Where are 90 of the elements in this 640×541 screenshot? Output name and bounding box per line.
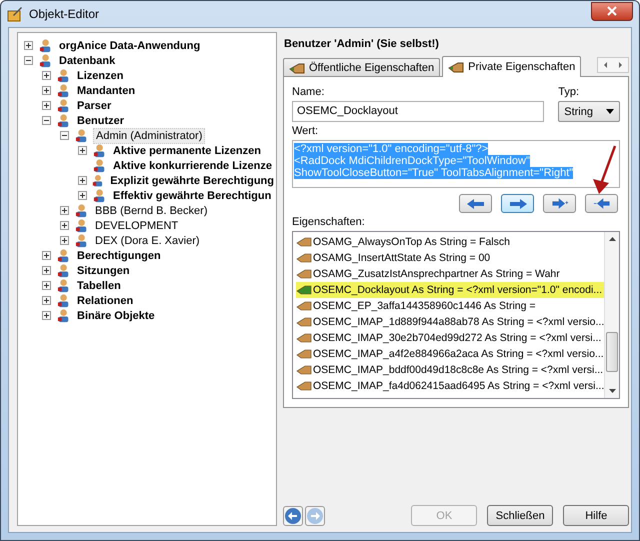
tag-icon — [296, 381, 312, 391]
back-button[interactable] — [283, 506, 303, 526]
window-title: Objekt-Editor — [29, 7, 100, 21]
property-item[interactable]: OSAMG_InsertAttState As String = 00 — [296, 250, 604, 266]
tree-item[interactable]: Lizenzen — [75, 68, 126, 82]
tag-icon — [296, 365, 312, 375]
tree-item[interactable]: Parser — [75, 98, 114, 112]
expand-icon[interactable] — [42, 101, 51, 110]
expand-icon[interactable] — [42, 311, 51, 320]
tag-icon — [296, 317, 312, 327]
scrollbar[interactable] — [604, 232, 620, 398]
tree-item[interactable]: Mandanten — [75, 84, 138, 98]
tree-item[interactable]: Aktive permanente Lizenzen — [111, 144, 263, 158]
property-item[interactable]: OSEMC_IMAP_1d889f944a88ab78 As String = <?xml versio... — [296, 314, 604, 330]
property-item[interactable]: OSEMC_Docklayout As String = <?xml version="1.0" encodi... — [296, 282, 604, 298]
scroll-down-icon[interactable] — [608, 389, 616, 393]
field-label: Eigenschaften: — [292, 215, 366, 230]
tree-item[interactable]: Tabellen — [75, 278, 123, 292]
tree-item[interactable]: Datenbank — [57, 54, 118, 68]
arrow-minus-icon — [592, 198, 611, 209]
scroll-up-icon[interactable] — [608, 237, 616, 241]
tree-item[interactable]: BBB (Bernd B. Becker) — [93, 204, 210, 218]
add-arrow-button[interactable] — [543, 194, 576, 213]
dialog-button[interactable]: Schließen — [487, 505, 554, 526]
tag-icon — [296, 253, 312, 263]
tag-icon — [289, 62, 305, 74]
left-arrow-icon — [466, 198, 486, 210]
collapse-icon[interactable] — [42, 116, 51, 125]
collapse-icon[interactable] — [60, 131, 69, 140]
property-item[interactable]: OSAMG_ZusatzIstAnsprechpartner As String = Wahr — [296, 266, 604, 282]
tag-icon — [296, 349, 312, 359]
tab[interactable]: Private Eigenschaften — [442, 56, 582, 77]
tag-icon — [296, 269, 312, 279]
tree-item[interactable]: Benutzer — [75, 114, 126, 128]
tree-item[interactable]: Aktive konkurrierende Lizenze — [111, 158, 274, 172]
tag-icon — [296, 333, 312, 343]
app-icon — [7, 6, 23, 22]
tree-item[interactable]: orgAnice Data-Anwendung — [57, 38, 202, 52]
tab[interactable]: Öffentliche Eigenschaften — [283, 58, 440, 76]
name-field[interactable]: OSEMC_Docklayout — [292, 101, 544, 122]
tree-item[interactable]: Binäre Objekte — [75, 308, 157, 322]
field-label: Wert: — [292, 124, 320, 139]
tree-item[interactable]: Relationen — [75, 294, 136, 308]
field-label: Typ: — [558, 85, 580, 100]
tab-scroll-buttons[interactable] — [597, 57, 630, 73]
expand-icon[interactable] — [42, 281, 51, 290]
tree-item[interactable]: DEVELOPMENT — [93, 218, 180, 232]
left-arrow-button[interactable] — [459, 194, 492, 213]
type-dropdown[interactable]: String — [558, 101, 620, 122]
caret-icon — [606, 109, 614, 114]
dialog-button[interactable]: Hilfe — [563, 505, 630, 526]
tag-icon — [296, 301, 312, 311]
expand-icon[interactable] — [60, 221, 69, 230]
tree-item[interactable]: Sitzungen — [75, 264, 132, 278]
expand-icon[interactable] — [60, 236, 69, 245]
field-label: Name: — [292, 85, 326, 100]
section-heading: Benutzer 'Admin' (Sie selbst!) — [283, 37, 440, 52]
expand-icon[interactable] — [78, 191, 87, 200]
expand-icon[interactable] — [24, 41, 33, 50]
property-item[interactable]: OSEMC_IMAP_fa4d062415aad6495 As String = <?xml versi... — [296, 378, 604, 394]
right-arrow-button[interactable] — [501, 194, 534, 213]
tree-item[interactable]: Admin (Administrator) — [93, 128, 206, 144]
tag-icon — [296, 285, 312, 295]
property-item[interactable]: OSEMC_EP_3affa144358960c1446 As String = — [296, 298, 604, 314]
arrow-plus-icon — [550, 198, 569, 209]
expand-icon[interactable] — [60, 206, 69, 215]
expand-icon[interactable] — [42, 86, 51, 95]
tree-item[interactable]: Berechtigungen — [75, 248, 163, 262]
property-item[interactable]: OSEMC_IMAP_a4f2e884966a2aca As String = <?xml versio... — [296, 346, 604, 362]
tree-item[interactable]: Explizit gewährte Berechtigung — [108, 174, 276, 188]
tree-item[interactable]: Effektiv gewährte Berechtigun — [111, 188, 274, 202]
expand-icon[interactable] — [42, 251, 51, 260]
collapse-icon[interactable] — [24, 56, 33, 65]
right-arrow-icon — [508, 198, 528, 210]
property-item[interactable]: OSEMC_IMAP_bddf00d49d18c8c8e As String = <?xml versi... — [296, 362, 604, 378]
expand-icon[interactable] — [78, 146, 87, 155]
scrollbar-thumb[interactable] — [606, 332, 618, 372]
property-item[interactable]: OSEMC_IMAP_30e2b704ed99d272 As String = <?xml versi... — [296, 330, 604, 346]
forward-button[interactable] — [305, 506, 325, 526]
tag-icon — [448, 61, 464, 73]
property-item[interactable]: OSAMG_AlwaysOnTop As String = Falsch — [296, 234, 604, 250]
close-button[interactable] — [591, 2, 633, 20]
expand-icon[interactable] — [42, 71, 51, 80]
tree-item[interactable]: DEX (Dora E. Xavier) — [93, 234, 202, 248]
expand-icon[interactable] — [42, 266, 51, 275]
expand-icon[interactable] — [42, 296, 51, 305]
close-icon — [607, 6, 617, 16]
expand-icon[interactable] — [78, 176, 87, 185]
remove-arrow-button[interactable] — [585, 194, 618, 213]
tag-icon — [296, 237, 312, 247]
